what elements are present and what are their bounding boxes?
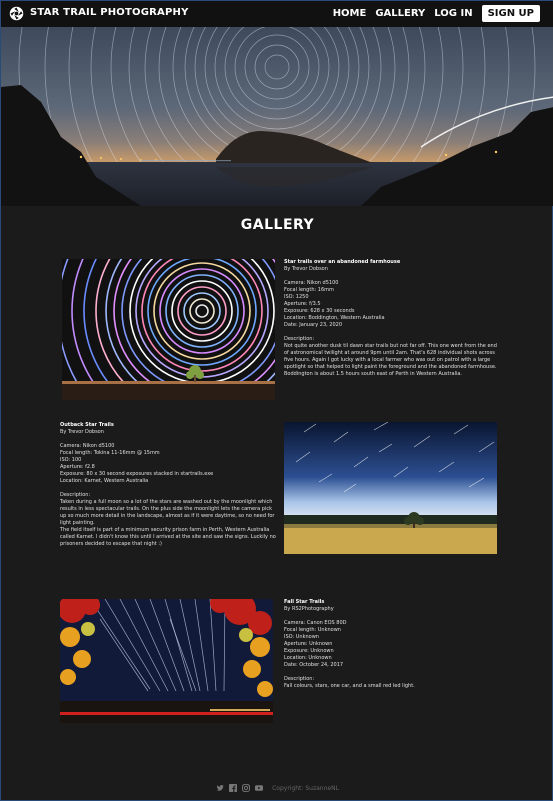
- photo-farmhouse-star-trails[interactable]: [62, 259, 275, 400]
- nav-home-link[interactable]: HOME: [333, 8, 367, 19]
- spec-focal-length: Focal length: 16mm: [284, 287, 334, 293]
- spec-camera: Camera: Nikon d5100: [284, 280, 339, 286]
- entry-fall-details: Fall Star Trails By RS2Photography Camer…: [284, 599, 500, 690]
- description-text: Fall colours, stars, one car, and a smal…: [284, 683, 415, 689]
- spec-aperture: Aperture: Unknown: [284, 641, 333, 647]
- hero-image: [1, 27, 553, 206]
- signup-button[interactable]: SIGN UP: [481, 5, 540, 22]
- spec-location: Location: Boddington, Western Australia: [284, 315, 385, 321]
- entry-title: Star trails over an abandoned farmhouse: [284, 259, 401, 265]
- entry-author: By Trevor Dobson: [60, 429, 104, 435]
- description-text: Not quite another dusk til dawn star tra…: [284, 343, 497, 377]
- spec-aperture: Aperture: f2.8: [60, 464, 95, 470]
- entry-author: By RS2Photography: [284, 606, 334, 612]
- entry-farmhouse-details: Star trails over an abandoned farmhouse …: [284, 259, 500, 378]
- spec-location: Location: Unknown: [284, 655, 332, 661]
- spec-location: Location: Karnet, Western Australia: [60, 478, 149, 484]
- gallery-title: GALLERY: [240, 217, 315, 233]
- spec-focal-length: Focal length: Unknown: [284, 627, 341, 633]
- spec-camera: Camera: Nikon d5100: [60, 443, 115, 449]
- spec-aperture: Aperture: f/3.5: [284, 301, 321, 307]
- entry-outback-details: Outback Star Trails By Trevor Dobson Cam…: [60, 422, 277, 548]
- description-text: The field itself is part of a minimum se…: [60, 527, 276, 547]
- facebook-icon[interactable]: [229, 784, 238, 792]
- spec-date: Date: January 23, 2020: [284, 322, 343, 328]
- nav-gallery-link[interactable]: GALLERY: [375, 8, 425, 19]
- copyright-text: Copyright: SuzanneNL: [272, 784, 339, 792]
- spec-date: Date: October 24, 2017: [284, 662, 344, 668]
- nav-login-link[interactable]: LOG IN: [434, 8, 472, 19]
- spec-focal-length: Focal length: Tokina 11-16mm @ 15mm: [60, 450, 160, 456]
- twitter-icon[interactable]: [216, 784, 224, 792]
- spec-camera: Camera: Canon EOS 80D: [284, 620, 347, 626]
- entry-title: Fall Star Trails: [284, 599, 325, 605]
- description-label: Description:: [284, 676, 315, 682]
- spec-exposure: Exposure: 80 x 30 second exposures stack…: [60, 471, 214, 477]
- spec-exposure: Exposure: Unknown: [284, 648, 334, 654]
- brand-name[interactable]: STAR TRAIL PHOTOGRAPHY: [30, 7, 189, 18]
- top-navbar: STAR TRAIL PHOTOGRAPHY HOME GALLERY LOG …: [1, 1, 553, 27]
- spec-exposure: Exposure: 628 x 30 seconds: [284, 308, 355, 314]
- footer: Copyright: SuzanneNL: [1, 782, 553, 794]
- description-label: Description:: [284, 336, 315, 342]
- camera-aperture-icon[interactable]: [9, 6, 24, 21]
- entry-title: Outback Star Trails: [60, 422, 114, 428]
- spec-iso: ISO: 1250: [284, 294, 309, 300]
- instagram-icon[interactable]: [242, 784, 251, 792]
- photo-outback-star-trails[interactable]: [284, 422, 497, 554]
- description-text: Taken during a full moon so a lot of the…: [60, 499, 275, 526]
- photo-fall-star-trails[interactable]: [60, 599, 273, 723]
- nav-links: HOME GALLERY LOG IN SIGN UP: [324, 5, 540, 22]
- youtube-icon[interactable]: [255, 784, 264, 792]
- spec-iso: ISO: Unknown: [284, 634, 319, 640]
- entry-author: By Trevor Dobson: [284, 266, 328, 272]
- description-label: Description:: [60, 492, 91, 498]
- spec-iso: ISO: 100: [60, 457, 82, 463]
